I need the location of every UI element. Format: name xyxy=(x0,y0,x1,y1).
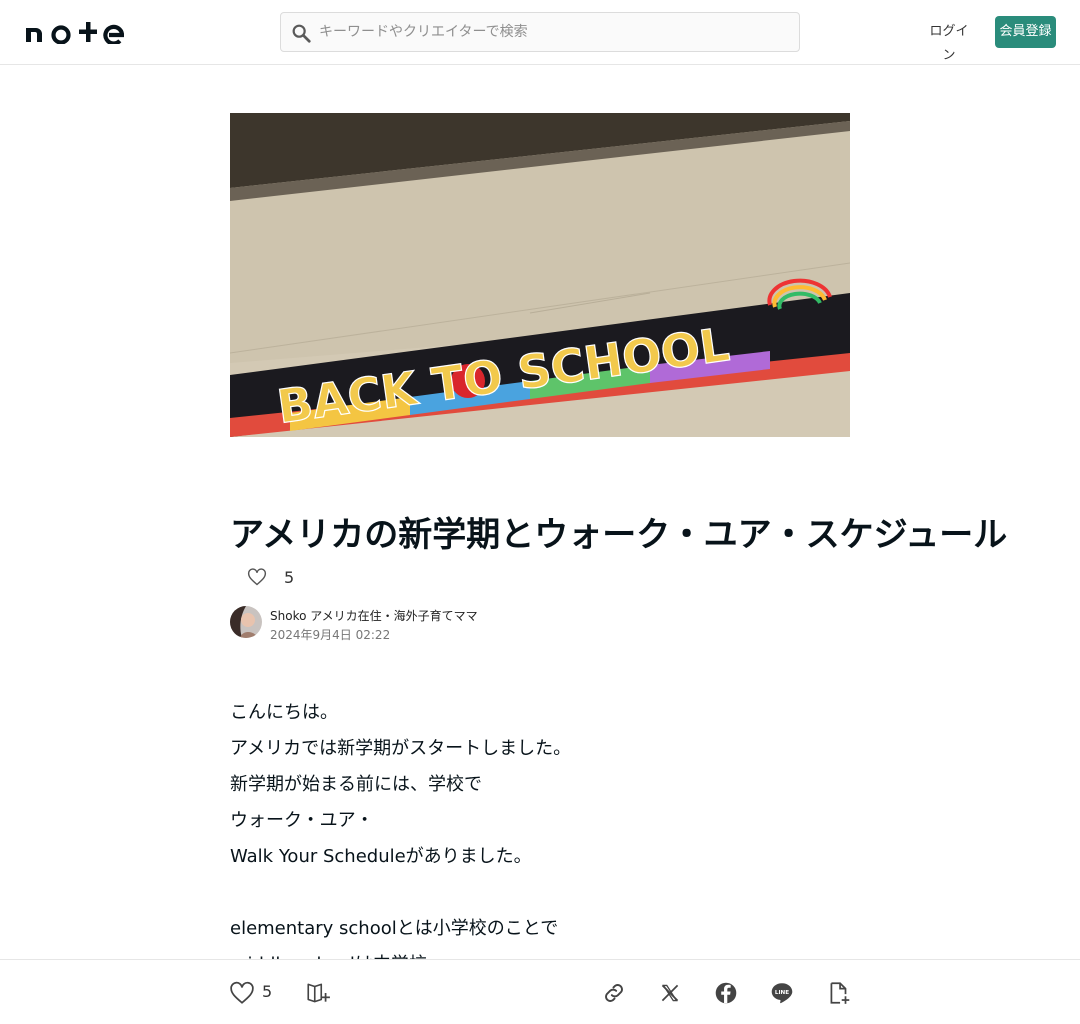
magazine-add-icon xyxy=(307,983,330,1003)
author-name[interactable]: Shoko アメリカ在住・海外子育てママ xyxy=(270,607,478,624)
article-body: こんにちは。 アメリカでは新学期がスタートしました。 新学期が始まる前には、学校… xyxy=(230,695,850,983)
paragraph: elementary schoolとは小学校のことで xyxy=(230,918,559,939)
paragraph: こんにちは。 xyxy=(230,702,338,723)
hero-image: BACK TO SCHOOL xyxy=(230,113,850,437)
document-add-icon xyxy=(830,982,850,1004)
paragraph: ウォーク・ユア・ xyxy=(230,810,374,831)
signup-button[interactable]: 会員登録 xyxy=(995,16,1056,48)
avatar[interactable] xyxy=(230,606,262,638)
paragraph: アメリカでは新学期がスタートしました。 xyxy=(230,738,572,759)
search-box[interactable] xyxy=(280,12,800,52)
paragraph: 新学期が始まる前には、学校で xyxy=(230,774,482,795)
paragraph: Walk Your Scheduleがありました。 xyxy=(230,846,532,867)
copy-link-button[interactable] xyxy=(601,980,627,1006)
note-logo[interactable] xyxy=(24,20,125,46)
line-icon: LINE xyxy=(771,983,793,1004)
x-icon xyxy=(661,984,679,1002)
svg-text:LINE: LINE xyxy=(775,990,789,996)
embed-button[interactable] xyxy=(826,980,852,1006)
facebook-icon xyxy=(715,982,737,1004)
like-count: 5 xyxy=(262,982,273,1001)
paragraph xyxy=(230,875,850,911)
top-header: ログイン 会員登録 xyxy=(0,0,1080,65)
heart-icon xyxy=(230,981,254,1004)
like-counter[interactable]: 5 xyxy=(230,566,294,588)
bottom-action-bar: 5 LINE xyxy=(0,959,1080,1024)
search-input[interactable] xyxy=(319,13,789,51)
article-title: アメリカの新学期とウォーク・ユア・スケジュール xyxy=(230,515,1008,555)
add-to-magazine-button[interactable] xyxy=(305,980,331,1006)
like-button[interactable] xyxy=(229,980,255,1006)
login-link[interactable]: ログイン xyxy=(926,20,972,63)
share-facebook-button[interactable] xyxy=(713,980,739,1006)
post-date: 2024年9月4日 02:22 xyxy=(270,628,391,642)
link-icon xyxy=(605,984,623,1002)
share-line-button[interactable]: LINE xyxy=(769,980,795,1006)
search-icon xyxy=(290,22,312,44)
heart-icon[interactable] xyxy=(247,567,267,587)
share-x-button[interactable] xyxy=(657,980,683,1006)
like-count: 5 xyxy=(284,567,295,587)
